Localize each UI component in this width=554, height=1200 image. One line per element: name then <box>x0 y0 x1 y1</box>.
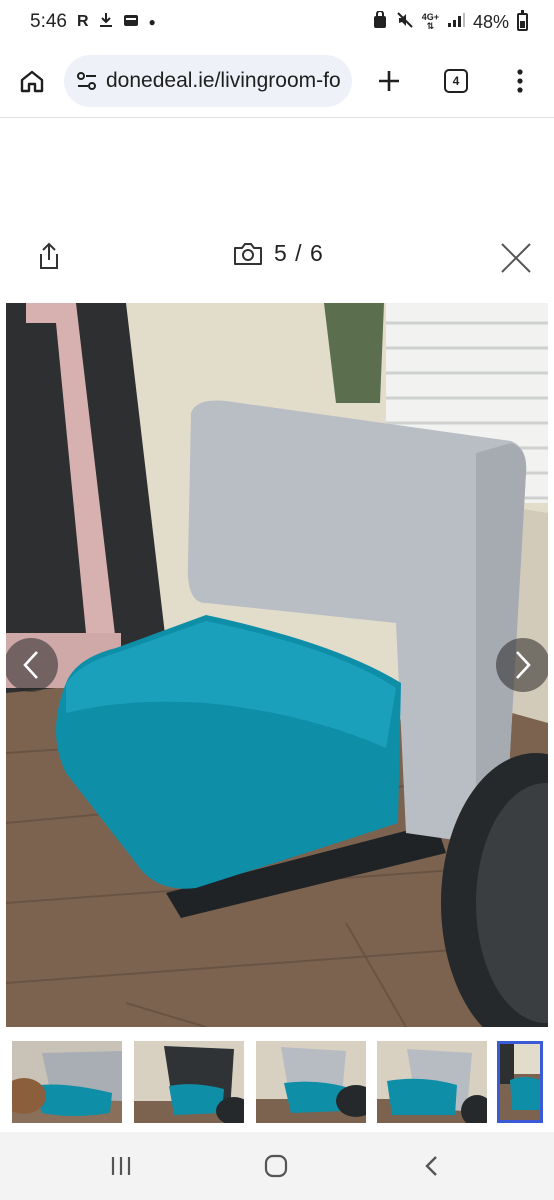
share-button[interactable] <box>30 236 68 276</box>
data-arrows-icon: ⇅ <box>426 21 435 31</box>
thumbnail-2[interactable] <box>134 1041 244 1123</box>
thumbnail-3[interactable] <box>256 1041 366 1123</box>
camera-icon <box>234 242 262 265</box>
download-icon <box>99 12 113 32</box>
battery-fill <box>520 21 525 28</box>
thumbnail-4-image <box>377 1041 487 1123</box>
close-gallery-button[interactable] <box>494 236 538 280</box>
back-chevron-icon <box>425 1156 437 1176</box>
home-button[interactable] <box>0 44 64 118</box>
url-text[interactable]: donedeal.ie/livingroom-fo <box>106 69 341 93</box>
back-nav-button[interactable] <box>401 1144 461 1188</box>
thumbnail-3-image <box>256 1041 366 1123</box>
tab-count: 4 <box>444 68 468 93</box>
mute-icon <box>396 11 414 34</box>
home-icon <box>20 70 44 92</box>
gallery-header: 5 / 6 <box>0 222 554 290</box>
thumbnail-2-image <box>134 1041 244 1123</box>
close-icon <box>501 243 531 273</box>
wallet-icon <box>123 13 139 31</box>
thumbnail-5-image <box>500 1044 540 1120</box>
tab-switcher-button[interactable]: 4 <box>424 44 488 118</box>
thumbnail-1-image <box>12 1041 122 1123</box>
chair-photo <box>6 303 548 1027</box>
recent-apps-button[interactable] <box>91 1144 151 1188</box>
thumbnail-4[interactable] <box>377 1041 487 1123</box>
browser-menu-button[interactable] <box>488 44 552 118</box>
thumbnail-5[interactable] <box>497 1041 543 1123</box>
main-photo[interactable] <box>6 303 548 1027</box>
new-tab-button[interactable] <box>354 44 424 118</box>
status-time: 5:46 <box>30 11 67 32</box>
url-bar[interactable]: donedeal.ie/livingroom-fo <box>64 54 352 107</box>
share-icon <box>40 242 58 269</box>
recent-apps-icon <box>111 1157 131 1175</box>
thumbnail-1[interactable] <box>12 1041 122 1123</box>
alarm-icon <box>372 9 388 34</box>
status-right: 4G+ ⇅ 48% <box>372 9 528 34</box>
status-left: 5:46 R ● <box>30 11 156 33</box>
browser-toolbar: donedeal.ie/livingroom-fo 4 <box>0 44 554 118</box>
previous-photo-button[interactable] <box>6 638 58 692</box>
home-nav-button[interactable] <box>246 1144 306 1188</box>
r-app-icon: R <box>76 13 89 30</box>
battery-percent: 48% <box>472 11 509 32</box>
system-navigation-bar <box>0 1132 554 1200</box>
chevron-left-icon <box>23 651 38 679</box>
home-circle-icon <box>264 1154 288 1178</box>
signal-icon <box>447 12 465 33</box>
photo-counter-text: 5 / 6 <box>274 240 324 266</box>
chevron-right-icon <box>516 651 531 679</box>
thumbnail-strip <box>0 1037 554 1127</box>
more-vert-icon <box>517 68 523 93</box>
site-settings-icon[interactable] <box>76 71 98 91</box>
plus-icon <box>379 70 399 91</box>
dot-icon: ● <box>148 15 156 29</box>
battery-icon <box>517 10 528 31</box>
next-photo-button[interactable] <box>496 638 548 692</box>
photo-counter: 5 / 6 <box>232 240 324 267</box>
network-type-icon: 4G+ ⇅ <box>422 13 439 31</box>
status-bar: 5:46 R ● 4G+ ⇅ 48% <box>0 0 554 44</box>
